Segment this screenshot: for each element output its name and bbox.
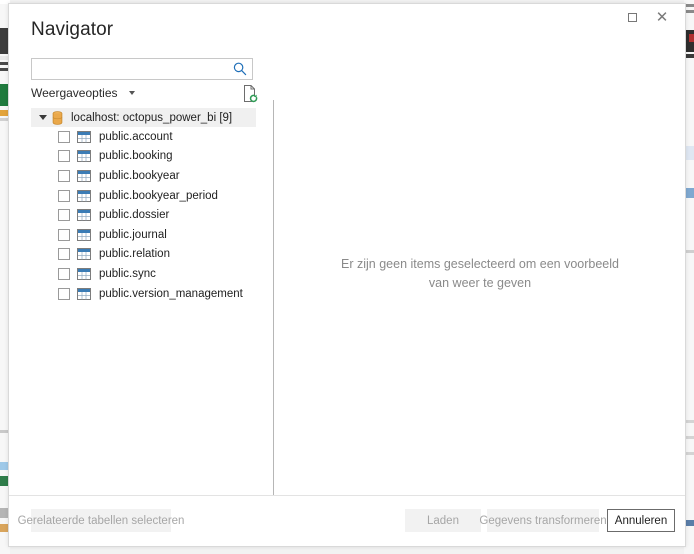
table-list-item[interactable]: public.booking [31,147,256,167]
cancel-button[interactable]: Annuleren [607,509,675,532]
table-list-item[interactable]: public.sync [31,264,256,284]
table-checkbox[interactable] [58,130,70,143]
table-name-label: public.bookyear [99,169,180,182]
tree-item-list: public.account public.booking public.booky… [31,127,256,303]
table-name-label: public.account [99,130,173,143]
database-icon [52,110,63,125]
refresh-document-icon[interactable] [241,84,259,103]
dialog-footer: Gerelateerde tabellen selecteren Laden G… [9,495,685,546]
table-name-label: public.sync [99,267,156,280]
table-checkbox[interactable] [58,228,70,241]
maximize-button[interactable] [617,4,647,30]
transform-data-button[interactable]: Gegevens transformeren [479,509,607,532]
table-name-label: public.dossier [99,209,170,222]
table-checkbox[interactable] [58,287,70,300]
search-row [31,58,253,81]
table-list-item[interactable]: public.relation [31,245,256,265]
table-list-item[interactable]: public.dossier [31,205,256,225]
table-name-label: public.booking [99,150,173,163]
table-icon [77,170,91,182]
source-selection-pane: Weergaveopties localhost: octopus_power_… [9,52,274,496]
maximize-icon [627,12,637,22]
search-box[interactable] [31,58,253,81]
table-checkbox[interactable] [58,189,70,202]
tree-root-label: localhost: octopus_power_bi [9] [71,111,233,124]
table-list-item[interactable]: public.account [31,127,256,147]
table-list-item[interactable]: public.version_management [31,284,256,304]
table-checkbox[interactable] [58,248,70,261]
preview-empty-message: Er zijn geen items geselecteerd om een v… [341,257,619,290]
search-input[interactable] [38,59,232,81]
chevron-down-icon[interactable] [129,91,135,95]
search-icon [233,62,247,76]
page-title: Navigator [31,19,114,40]
table-icon [77,287,91,300]
table-list-item[interactable]: public.bookyear [31,166,256,186]
table-name-label: public.journal [99,228,167,241]
table-list-item[interactable]: public.journal [31,225,256,245]
table-checkbox[interactable] [58,267,70,280]
preview-pane: Er zijn geen items geselecteerd om een v… [275,52,685,496]
close-button[interactable]: ✕ [647,4,677,30]
table-checkbox[interactable] [58,209,70,222]
table-name-label: public.relation [99,248,170,261]
table-checkbox[interactable] [58,150,70,163]
table-icon [77,130,91,143]
select-related-tables-button[interactable]: Gerelateerde tabellen selecteren [18,509,184,532]
view-options-row: Weergaveopties [31,84,259,104]
table-icon [77,189,91,202]
pane-divider[interactable] [273,100,274,502]
table-name-label: public.bookyear_period [99,189,218,202]
close-icon: ✕ [655,8,669,26]
table-name-label: public.version_management [99,287,243,300]
navigator-dialog: ✕ Navigator Weergaveopties localhost: oc… [8,3,686,547]
table-icon [77,248,91,261]
table-icon [77,209,91,222]
table-checkbox[interactable] [58,169,70,182]
tree-root-node[interactable]: localhost: octopus_power_bi [9] [31,108,256,127]
triangle-down-icon[interactable] [37,115,49,120]
screen: ✕ Navigator Weergaveopties localhost: oc… [0,0,694,554]
view-options-label[interactable]: Weergaveopties [31,86,118,100]
table-icon [77,268,91,280]
table-list-item[interactable]: public.bookyear_period [31,186,256,206]
load-button[interactable]: Laden [405,509,481,532]
source-tree: localhost: octopus_power_bi [9] public.a… [31,108,256,490]
table-icon [77,228,91,241]
table-icon [77,150,91,163]
